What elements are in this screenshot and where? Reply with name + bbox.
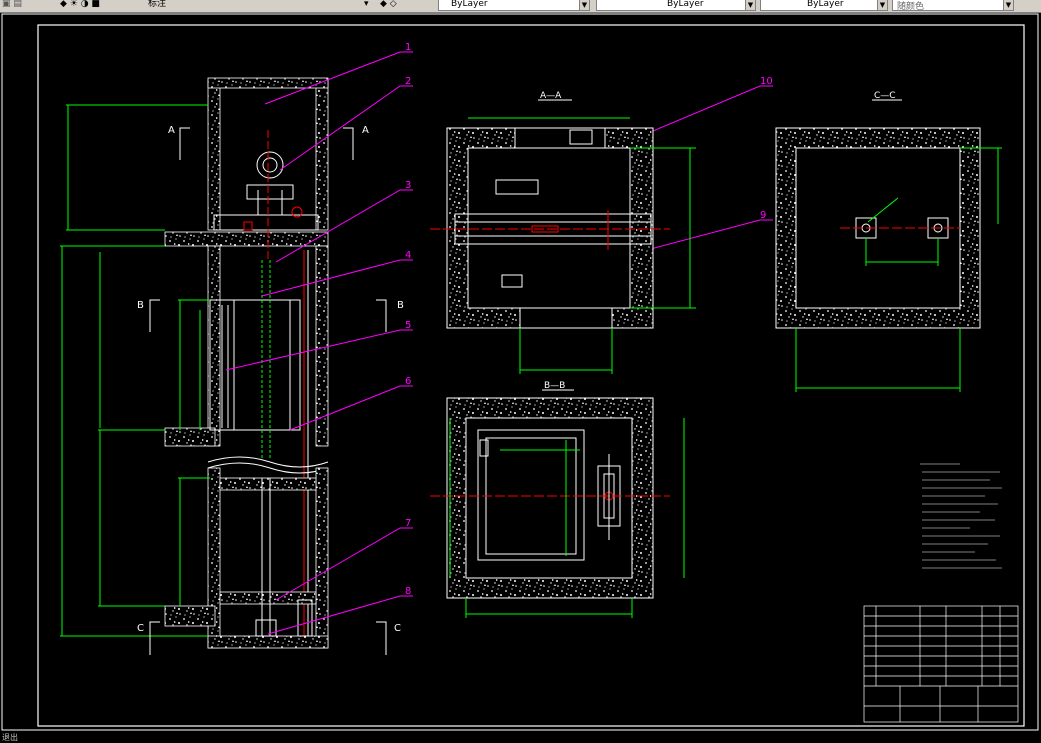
layer-tools-icon[interactable]: ▣ ▤ <box>2 0 42 11</box>
layer-name-label[interactable]: 标注 <box>148 0 208 11</box>
section-mark-a-left: A <box>168 125 175 136</box>
section-mark-b-right: B <box>397 300 404 311</box>
drawing-canvas[interactable]: A A B B C C 1 2 3 4 5 6 7 8 9 10 A—A B—B… <box>0 12 1041 736</box>
callout-10: 10 <box>760 76 773 87</box>
section-mark-c-right: C <box>394 623 401 634</box>
cad-drawing[interactable]: A A B B C C 1 2 3 4 5 6 7 8 9 10 A—A B—B… <box>0 12 1041 736</box>
section-mark-a-right: A <box>362 125 369 136</box>
callout-2: 2 <box>405 76 411 87</box>
chevron-down-icon[interactable]: ▼ <box>579 0 589 10</box>
section-mark-b-left: B <box>137 300 144 311</box>
command-prompt: 退出 <box>2 733 18 742</box>
section-mark-c-left: C <box>137 623 144 634</box>
callout-7: 7 <box>405 518 411 529</box>
callout-9: 9 <box>760 210 766 221</box>
callout-6: 6 <box>405 376 411 387</box>
layer-manager-icon[interactable]: ◆ ◇ <box>380 0 420 11</box>
chevron-down-icon[interactable]: ▼ <box>877 0 887 10</box>
plan-aa <box>430 117 696 374</box>
callout-8: 8 <box>405 586 411 597</box>
chevron-down-icon[interactable]: ▼ <box>1003 0 1013 10</box>
callout-1: 1 <box>405 42 411 53</box>
command-line[interactable]: 退出 <box>0 733 1041 742</box>
elevation-view <box>60 77 387 655</box>
plotstyle-combo[interactable]: 随颜色 ▼ <box>892 0 1014 12</box>
lineweight-combo-value: ByLayer <box>807 0 844 9</box>
layer-state-icons[interactable]: ◆ ☀ ◑ ■ <box>60 0 130 11</box>
color-combo-value: ByLayer <box>451 0 488 9</box>
chevron-down-icon[interactable]: ▼ <box>745 0 755 10</box>
callout-3: 3 <box>405 180 411 191</box>
plan-cc <box>775 127 1002 392</box>
lineweight-combo[interactable]: ByLayer ▼ <box>760 0 888 11</box>
color-combo[interactable]: ByLayer ▼ <box>438 0 590 11</box>
callout-5: 5 <box>405 320 411 331</box>
plan-bb <box>430 397 685 618</box>
linetype-combo[interactable]: ByLayer ▼ <box>596 0 756 11</box>
technical-notes <box>920 463 1002 569</box>
plotstyle-combo-value: 随颜色 <box>897 2 925 12</box>
callout-4: 4 <box>405 250 411 261</box>
layer-dropdown-arrow[interactable]: ▾ <box>364 0 374 11</box>
title-block <box>863 605 1019 723</box>
linetype-combo-value: ByLayer <box>667 0 704 9</box>
